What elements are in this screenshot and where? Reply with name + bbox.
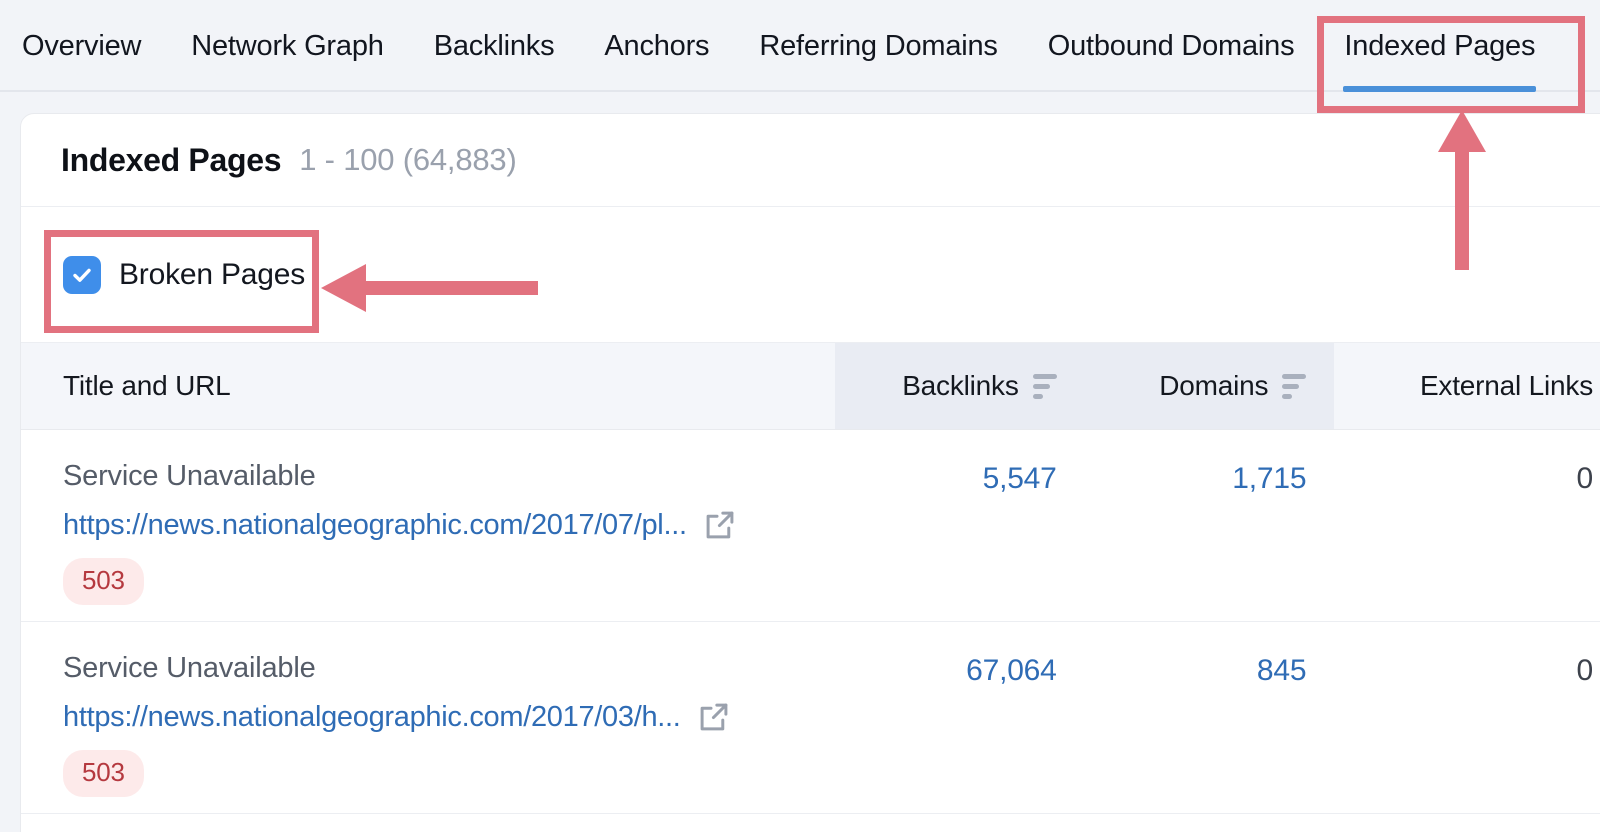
page-title: Indexed Pages — [61, 141, 282, 178]
tab-network-graph[interactable]: Network Graph — [166, 0, 408, 92]
broken-pages-filter[interactable]: Broken Pages — [63, 255, 306, 294]
tab-outbound-domains[interactable]: Outbound Domains — [1023, 0, 1320, 92]
card-header: Indexed Pages 1 - 100 (64,883) — [21, 114, 1600, 207]
cell-title-and-url: Service Unavailable https://news.nationa… — [21, 622, 835, 813]
column-header-label: Title and URL — [63, 370, 231, 401]
sort-descending-icon[interactable] — [1032, 373, 1057, 399]
column-header-label: Domains — [1159, 370, 1269, 401]
check-icon — [73, 268, 91, 282]
broken-pages-checkbox[interactable] — [63, 255, 101, 294]
cell-domains[interactable]: 845 — [1085, 622, 1335, 813]
column-header-label: Backlinks — [902, 370, 1019, 401]
indexed-pages-page: Overview Network Graph Backlinks Anchors… — [0, 0, 1600, 832]
tab-anchors[interactable]: Anchors — [579, 0, 734, 92]
column-header-backlinks[interactable]: Backlinks — [834, 343, 1085, 429]
page-title-text: Service Unavailable — [63, 460, 316, 492]
page-url-link[interactable]: https://news.nationalgeographic.com/2017… — [63, 509, 687, 542]
page-url-line: https://news.nationalgeographic.com/2017… — [63, 508, 835, 542]
cell-domains[interactable]: 1,715 — [1085, 430, 1335, 621]
table-row: Service Unavailable https://news.nationa… — [21, 622, 1600, 814]
status-badge: 503 — [63, 750, 144, 797]
broken-pages-label: Broken Pages — [119, 257, 306, 291]
results-count: 1 - 100 (64,883) — [299, 142, 517, 177]
page-url-link[interactable]: https://news.nationalgeographic.com/2017… — [63, 701, 681, 734]
external-link-icon[interactable] — [703, 508, 737, 542]
cell-external-links: 0 — [1576, 462, 1594, 495]
column-header-external-links[interactable]: External Links — [1334, 343, 1600, 429]
tab-bar: Overview Network Graph Backlinks Anchors… — [0, 0, 1600, 92]
tab-overview[interactable]: Overview — [22, 0, 166, 92]
sort-descending-icon[interactable] — [1282, 373, 1307, 399]
page-title-text: Service Unavailable — [63, 652, 316, 684]
tab-list: Overview Network Graph Backlinks Anchors… — [22, 0, 1560, 92]
column-header-label: External Links — [1419, 370, 1594, 401]
indexed-pages-table: Title and URL Backlinks Domains External… — [21, 342, 1600, 814]
page-url-line: https://news.nationalgeographic.com/2017… — [63, 700, 835, 734]
tab-indexed-pages[interactable]: Indexed Pages — [1319, 0, 1560, 92]
column-header-domains[interactable]: Domains — [1084, 343, 1335, 429]
table-row: Service Unavailable https://news.nationa… — [21, 430, 1600, 622]
table-header-row: Title and URL Backlinks Domains External… — [21, 342, 1600, 430]
tab-referring-domains[interactable]: Referring Domains — [734, 0, 1022, 92]
external-link-icon[interactable] — [697, 700, 731, 734]
cell-backlinks[interactable]: 5,547 — [835, 430, 1085, 621]
cell-title-and-url: Service Unavailable https://news.nationa… — [21, 430, 835, 621]
filter-row: Broken Pages — [21, 207, 1600, 342]
cell-external-links: 0 — [1576, 654, 1594, 687]
column-header-title-and-url[interactable]: Title and URL — [21, 343, 835, 429]
tab-backlinks[interactable]: Backlinks — [409, 0, 580, 92]
indexed-pages-card: Indexed Pages 1 - 100 (64,883) Broken Pa… — [20, 113, 1600, 832]
status-badge: 503 — [63, 558, 144, 605]
cell-backlinks[interactable]: 67,064 — [835, 622, 1085, 813]
